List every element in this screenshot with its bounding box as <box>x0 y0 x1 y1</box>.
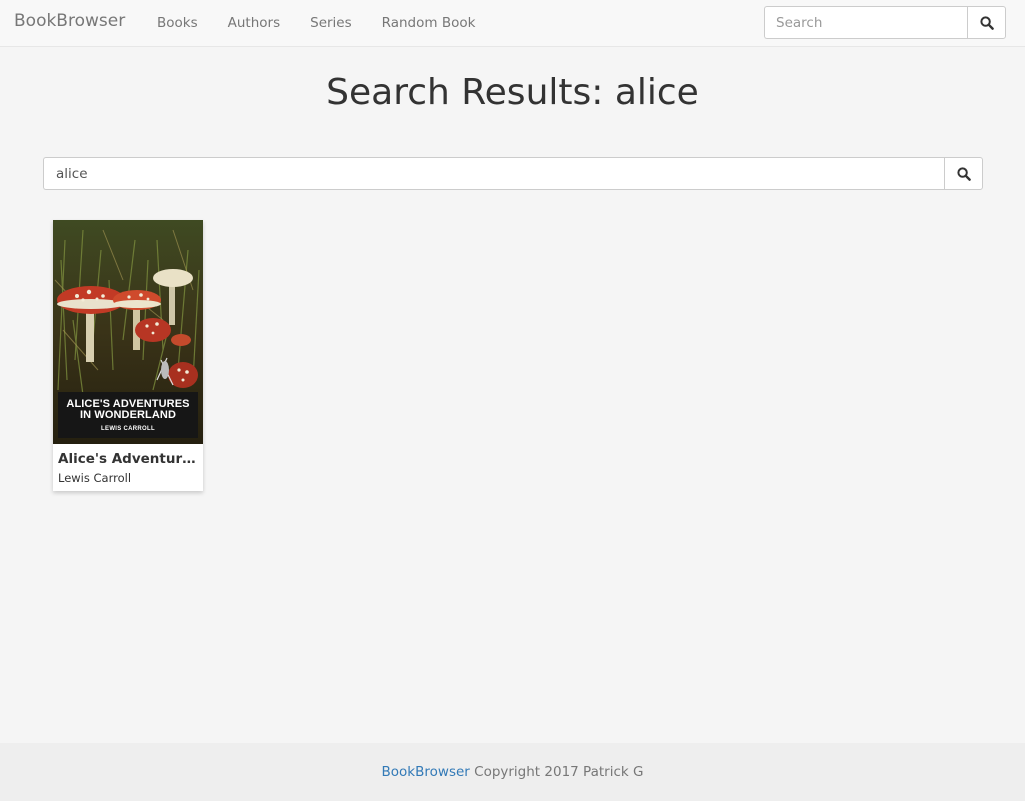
footer-brand-link[interactable]: BookBrowser <box>382 764 470 780</box>
navbar-search <box>764 6 1006 39</box>
navbar-search-input[interactable] <box>764 6 967 39</box>
footer-copyright: Copyright 2017 Patrick G <box>474 764 644 780</box>
page-title: Search Results: alice <box>326 72 699 113</box>
nav-link-authors[interactable]: Authors <box>213 0 295 46</box>
book-author[interactable]: Lewis Carroll <box>58 471 131 485</box>
nav-link-series[interactable]: Series <box>295 0 367 46</box>
navbar: BookBrowser Books Authors Series Random … <box>0 0 1025 47</box>
main-search <box>43 157 983 190</box>
book-title[interactable]: Alice's Adventures... <box>58 451 200 467</box>
book-cover-title-line2: IN WONDERLAND <box>79 409 176 421</box>
navbar-search-button[interactable] <box>967 6 1006 39</box>
search-icon <box>979 15 994 30</box>
book-card[interactable]: ALICE'S ADVENTURES IN WONDERLAND LEWIS C… <box>53 220 203 491</box>
book-cover-title: ALICE'S ADVENTURES IN WONDERLAND <box>58 392 198 421</box>
book-cover-author: LEWIS CARROLL <box>101 426 155 432</box>
footer: BookBrowser Copyright 2017 Patrick G <box>0 743 1025 801</box>
search-icon <box>956 166 971 181</box>
main-search-input[interactable] <box>43 157 944 190</box>
main-search-button[interactable] <box>944 157 983 190</box>
book-cover-banner: ALICE'S ADVENTURES IN WONDERLAND LEWIS C… <box>58 392 198 438</box>
nav-links: Books Authors Series Random Book <box>142 0 490 46</box>
book-cover[interactable]: ALICE'S ADVENTURES IN WONDERLAND LEWIS C… <box>53 220 203 444</box>
nav-link-random-book[interactable]: Random Book <box>367 0 491 46</box>
brand-link[interactable]: BookBrowser <box>14 11 125 31</box>
nav-link-books[interactable]: Books <box>142 0 213 46</box>
